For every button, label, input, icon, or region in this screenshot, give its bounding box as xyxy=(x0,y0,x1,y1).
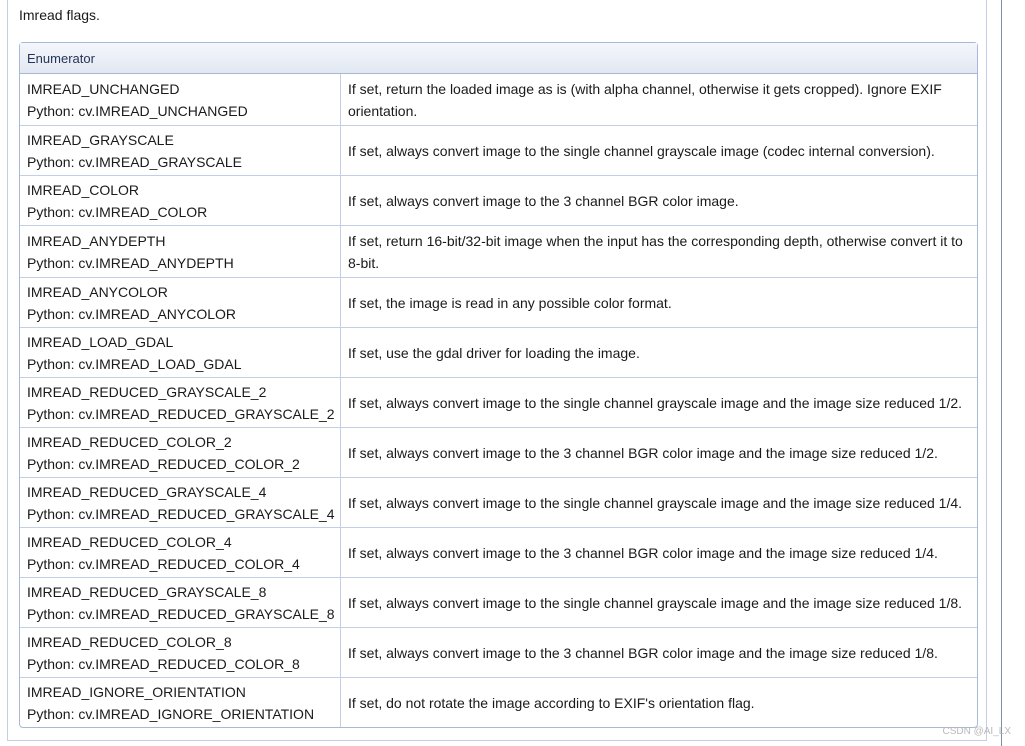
enum-name-cell: IMREAD_REDUCED_GRAYSCALE_8 Python: cv.IM… xyxy=(20,578,341,628)
table-row: IMREAD_REDUCED_GRAYSCALE_4 Python: cv.IM… xyxy=(20,478,978,528)
table-row: IMREAD_REDUCED_GRAYSCALE_2 Python: cv.IM… xyxy=(20,378,978,428)
enum-description: If set, always convert image to the 3 ch… xyxy=(341,528,978,578)
content-panel: Imread flags. Enumerator IMREAD_UNCHANGE… xyxy=(7,0,987,741)
table-row: IMREAD_REDUCED_COLOR_2 Python: cv.IMREAD… xyxy=(20,428,978,478)
enum-python-name: Python: cv.IMREAD_REDUCED_GRAYSCALE_8 xyxy=(27,605,335,622)
enum-name: IMREAD_GRAYSCALE xyxy=(27,131,174,148)
table-row: IMREAD_REDUCED_GRAYSCALE_8 Python: cv.IM… xyxy=(20,578,978,628)
enum-name-cell: IMREAD_REDUCED_GRAYSCALE_2 Python: cv.IM… xyxy=(20,378,341,428)
enum-name-cell: IMREAD_UNCHANGED Python: cv.IMREAD_UNCHA… xyxy=(20,74,341,126)
enum-name-cell: IMREAD_GRAYSCALE Python: cv.IMREAD_GRAYS… xyxy=(20,126,341,176)
enum-python-name: Python: cv.IMREAD_UNCHANGED xyxy=(27,102,248,119)
enum-description: If set, always convert image to the sing… xyxy=(341,578,978,628)
enum-name: IMREAD_REDUCED_COLOR_4 xyxy=(27,533,232,550)
enum-python-name: Python: cv.IMREAD_REDUCED_GRAYSCALE_2 xyxy=(27,405,335,422)
table-row: IMREAD_UNCHANGED Python: cv.IMREAD_UNCHA… xyxy=(20,74,978,126)
enum-name-cell: IMREAD_COLOR Python: cv.IMREAD_COLOR xyxy=(20,176,341,226)
enumerator-table: Enumerator IMREAD_UNCHANGED Python: cv.I… xyxy=(19,42,979,728)
enum-name-cell: IMREAD_REDUCED_COLOR_4 Python: cv.IMREAD… xyxy=(20,528,341,578)
enum-description: If set, return the loaded image as is (w… xyxy=(341,74,978,126)
table-row: IMREAD_REDUCED_COLOR_4 Python: cv.IMREAD… xyxy=(20,528,978,578)
watermark: CSDN @AI_LX xyxy=(942,726,1011,737)
intro-text: Imread flags. xyxy=(19,7,100,23)
table-row: IMREAD_ANYDEPTH Python: cv.IMREAD_ANYDEP… xyxy=(20,226,978,278)
enum-description: If set, always convert image to the 3 ch… xyxy=(341,628,978,678)
enum-description: If set, the image is read in any possibl… xyxy=(341,278,978,328)
enum-name-cell: IMREAD_LOAD_GDAL Python: cv.IMREAD_LOAD_… xyxy=(20,328,341,378)
enum-name: IMREAD_ANYCOLOR xyxy=(27,283,168,300)
enum-python-name: Python: cv.IMREAD_ANYDEPTH xyxy=(27,254,234,271)
enum-name: IMREAD_REDUCED_COLOR_2 xyxy=(27,433,232,450)
page-scrollbar-edge[interactable] xyxy=(1001,0,1002,746)
enum-description: If set, always convert image to the sing… xyxy=(341,478,978,528)
enum-name: IMREAD_IGNORE_ORIENTATION xyxy=(27,683,246,700)
enum-name: IMREAD_UNCHANGED xyxy=(27,80,180,97)
enum-python-name: Python: cv.IMREAD_REDUCED_COLOR_4 xyxy=(27,555,300,572)
enum-name: IMREAD_REDUCED_GRAYSCALE_8 xyxy=(27,583,267,600)
enum-description: If set, always convert image to the 3 ch… xyxy=(341,428,978,478)
enum-name-cell: IMREAD_REDUCED_COLOR_2 Python: cv.IMREAD… xyxy=(20,428,341,478)
enum-name-cell: IMREAD_ANYCOLOR Python: cv.IMREAD_ANYCOL… xyxy=(20,278,341,328)
enum-description: If set, return 16-bit/32-bit image when … xyxy=(341,226,978,278)
enum-python-name: Python: cv.IMREAD_GRAYSCALE xyxy=(27,153,242,170)
enum-python-name: Python: cv.IMREAD_REDUCED_COLOR_8 xyxy=(27,655,300,672)
table-row: IMREAD_ANYCOLOR Python: cv.IMREAD_ANYCOL… xyxy=(20,278,978,328)
enum-description: If set, always convert image to the sing… xyxy=(341,126,978,176)
enum-python-name: Python: cv.IMREAD_ANYCOLOR xyxy=(27,305,237,322)
table-row: IMREAD_REDUCED_COLOR_8 Python: cv.IMREAD… xyxy=(20,628,978,678)
enum-python-name: Python: cv.IMREAD_REDUCED_COLOR_2 xyxy=(27,455,300,472)
enum-name: IMREAD_ANYDEPTH xyxy=(27,232,166,249)
enum-python-name: Python: cv.IMREAD_LOAD_GDAL xyxy=(27,355,242,372)
table-row: IMREAD_COLOR Python: cv.IMREAD_COLOR If … xyxy=(20,176,978,226)
enum-python-name: Python: cv.IMREAD_REDUCED_GRAYSCALE_4 xyxy=(27,505,335,522)
enum-name-cell: IMREAD_REDUCED_COLOR_8 Python: cv.IMREAD… xyxy=(20,628,341,678)
enum-description: If set, use the gdal driver for loading … xyxy=(341,328,978,378)
enum-name: IMREAD_REDUCED_GRAYSCALE_4 xyxy=(27,483,267,500)
enum-name-cell: IMREAD_REDUCED_GRAYSCALE_4 Python: cv.IM… xyxy=(20,478,341,528)
enum-description: If set, do not rotate the image accordin… xyxy=(348,694,755,711)
enum-description: If set, always convert image to the 3 ch… xyxy=(341,176,978,226)
enum-description: If set, always convert image to the sing… xyxy=(341,378,978,428)
enum-name: IMREAD_COLOR xyxy=(27,181,140,198)
enum-name: IMREAD_REDUCED_GRAYSCALE_2 xyxy=(27,383,267,400)
table-row: IMREAD_GRAYSCALE Python: cv.IMREAD_GRAYS… xyxy=(20,126,978,176)
enum-name: IMREAD_LOAD_GDAL xyxy=(27,333,174,350)
enum-name-cell: IMREAD_ANYDEPTH Python: cv.IMREAD_ANYDEP… xyxy=(20,226,341,278)
table-row: IMREAD_LOAD_GDAL Python: cv.IMREAD_LOAD_… xyxy=(20,328,978,378)
enum-python-name: Python: cv.IMREAD_IGNORE_ORIENTATION xyxy=(27,705,315,722)
enum-python-name: Python: cv.IMREAD_COLOR xyxy=(27,203,208,220)
table-row: IMREAD_IGNORE_ORIENTATION Python: cv.IMR… xyxy=(20,678,977,727)
enum-name-cell: IMREAD_IGNORE_ORIENTATION Python: cv.IMR… xyxy=(20,678,341,727)
enum-name: IMREAD_REDUCED_COLOR_8 xyxy=(27,633,232,650)
table-header: Enumerator xyxy=(20,43,978,74)
